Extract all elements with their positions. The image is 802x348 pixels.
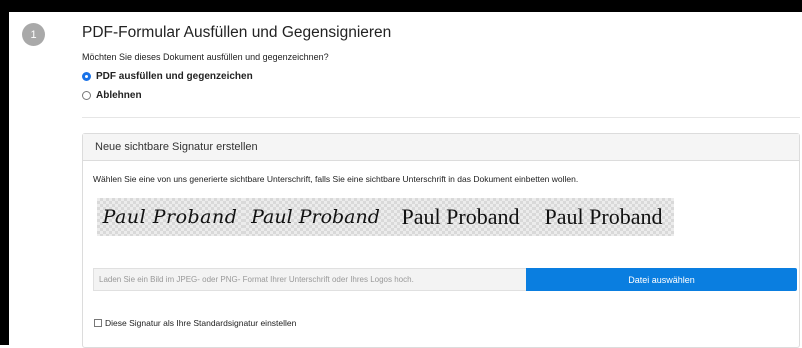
signature-option-1[interactable]: Paul Proband (97, 198, 243, 236)
option-fill-and-countersign[interactable]: PDF ausfüllen und gegenzeichen (82, 71, 253, 82)
option-label: Ablehnen (96, 90, 142, 101)
form-question: Möchten Sie dieses Dokument ausfüllen un… (82, 52, 329, 62)
radio-button-checked[interactable] (82, 72, 91, 81)
upload-row: Laden Sie ein Bild im JPEG- oder PNG- Fo… (93, 268, 797, 291)
option-label: PDF ausfüllen und gegenzeichen (96, 71, 253, 82)
default-signature-label: Diese Signatur als Ihre Standardsignatur… (105, 318, 297, 328)
panel-header: Neue sichtbare Signatur erstellen (83, 134, 799, 161)
option-decline[interactable]: Ablehnen (82, 90, 142, 101)
window-frame-left (0, 0, 9, 345)
section-divider (82, 117, 800, 118)
page-title: PDF-Formular Ausfüllen und Gegensigniere… (82, 24, 392, 41)
window-frame-top (0, 0, 802, 12)
signature-panel: Neue sichtbare Signatur erstellen Wählen… (82, 133, 800, 348)
default-signature-option[interactable]: Diese Signatur als Ihre Standardsignatur… (94, 318, 296, 328)
upload-file-field[interactable]: Laden Sie ein Bild im JPEG- oder PNG- Fo… (93, 268, 526, 291)
radio-button[interactable] (82, 91, 91, 100)
signature-option-2[interactable]: Paul Proband (243, 198, 388, 236)
step-number-badge: 1 (22, 23, 45, 46)
panel-description: Wählen Sie eine von uns generierte sicht… (93, 174, 579, 184)
default-signature-checkbox[interactable] (94, 319, 102, 327)
signature-option-3[interactable]: Paul Proband (388, 198, 533, 236)
signature-options: Paul Proband Paul Proband Paul Proband P… (97, 198, 674, 236)
choose-file-button[interactable]: Datei auswählen (526, 268, 797, 291)
signature-option-4[interactable]: Paul Proband (533, 198, 674, 236)
